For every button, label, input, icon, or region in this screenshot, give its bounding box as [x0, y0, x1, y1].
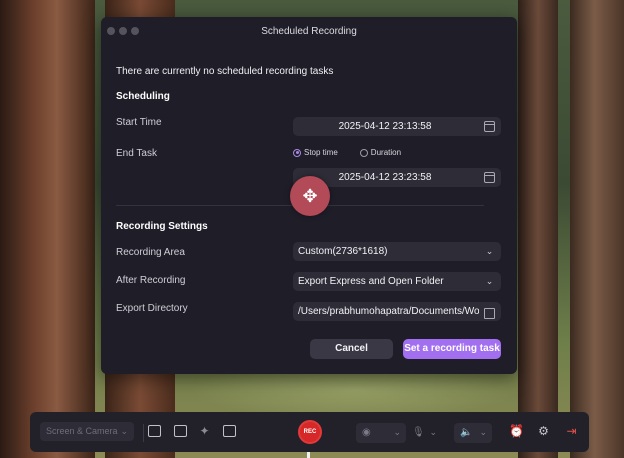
- duration-radio[interactable]: Duration: [359, 148, 402, 157]
- radio-unselected-icon: [359, 148, 368, 157]
- chevron-down-icon: ⌄: [393, 427, 401, 437]
- end-task-label: End Task: [116, 148, 157, 159]
- after-recording-value: Export Express and Open Folder: [298, 276, 444, 287]
- recording-area-label: Recording Area: [116, 247, 185, 258]
- export-directory-value: /Users/prabhumohapatra/Documents/Won: [298, 306, 479, 317]
- magic-icon[interactable]: ✦: [198, 425, 211, 437]
- dialog-titlebar[interactable]: Scheduled Recording: [101, 17, 517, 45]
- mode-select[interactable]: Screen & Camera ⌄: [40, 422, 134, 441]
- recording-settings-heading: Recording Settings: [116, 221, 208, 232]
- microphone-icon: 🎙: [412, 427, 425, 438]
- calendar-icon[interactable]: [484, 172, 495, 183]
- chevron-down-icon: ⌄: [120, 426, 128, 436]
- toolbar-layout-icon[interactable]: [223, 425, 236, 437]
- alarm-clock-icon[interactable]: ⏰: [509, 425, 524, 437]
- calendar-icon[interactable]: [484, 121, 495, 132]
- after-recording-select[interactable]: Export Express and Open Folder ⌄: [293, 272, 501, 291]
- start-time-value: 2025-04-12 23:13:58: [338, 121, 432, 132]
- start-time-field[interactable]: 2025-04-12 23:13:58: [293, 117, 501, 136]
- speaker-icon: 🔈: [460, 427, 473, 438]
- exit-icon[interactable]: ⇥: [565, 425, 578, 437]
- set-recording-task-button[interactable]: Set a recording task: [403, 339, 501, 359]
- background-tree: [0, 0, 95, 458]
- background-tree: [570, 0, 624, 458]
- no-tasks-notice: There are currently no scheduled recordi…: [116, 66, 334, 77]
- move-handle-icon[interactable]: ✥: [290, 176, 330, 216]
- background-tree: [518, 0, 558, 458]
- folder-icon[interactable]: [484, 308, 495, 319]
- recording-area-select[interactable]: Custom(2736*1618) ⌄: [293, 242, 501, 261]
- export-directory-field[interactable]: /Users/prabhumohapatra/Documents/Won: [293, 302, 501, 321]
- scheduling-heading: Scheduling: [116, 91, 170, 102]
- after-recording-label: After Recording: [116, 275, 186, 286]
- gear-icon[interactable]: ⚙: [537, 425, 550, 437]
- duration-label: Duration: [370, 148, 402, 157]
- microphone-select[interactable]: 🎙 ⌄: [406, 423, 442, 443]
- cancel-button[interactable]: Cancel: [310, 339, 393, 359]
- region-capture-icon[interactable]: [148, 425, 161, 437]
- camera-icon: ◉: [362, 427, 371, 438]
- mouse-cursor: [307, 452, 310, 458]
- recorder-toolbar: Screen & Camera ⌄ ✦ REC ◉ ⌄ 🎙 ⌄ 🔈 ⌄ ⏰ ⚙ …: [30, 412, 589, 452]
- chevron-down-icon: ⌄: [485, 246, 494, 256]
- chevron-down-icon: ⌄: [485, 276, 494, 286]
- toolbar-separator: [143, 424, 144, 442]
- stop-time-label: Stop time: [304, 148, 338, 157]
- camera-select[interactable]: ◉ ⌄: [356, 423, 406, 443]
- end-task-options: Stop time Duration: [293, 148, 401, 157]
- start-time-label: Start Time: [116, 117, 162, 128]
- mode-value: Screen & Camera: [46, 426, 118, 436]
- stop-time-radio[interactable]: Stop time: [293, 148, 338, 157]
- chevron-down-icon: ⌄: [429, 427, 437, 437]
- recording-area-value: Custom(2736*1618): [298, 246, 388, 257]
- record-button[interactable]: REC: [298, 420, 322, 444]
- chevron-down-icon: ⌄: [479, 427, 487, 437]
- export-directory-label: Export Directory: [116, 303, 188, 314]
- window-capture-icon[interactable]: [174, 425, 187, 437]
- speaker-select[interactable]: 🔈 ⌄: [454, 423, 492, 443]
- radio-selected-icon: [293, 148, 301, 157]
- dialog-title: Scheduled Recording: [261, 26, 357, 37]
